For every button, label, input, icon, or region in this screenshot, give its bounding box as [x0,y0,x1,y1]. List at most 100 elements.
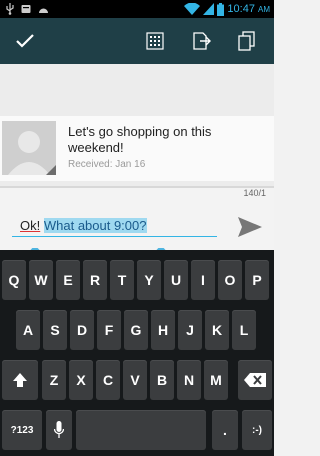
notification-icon [21,5,31,13]
key-label: S [50,322,60,338]
key-e[interactable]: E [56,260,80,300]
dialpad-icon [146,32,164,50]
clock: 10:47 AM [227,3,270,15]
key-label: H [157,322,169,338]
key-label: A [22,322,34,338]
key-s[interactable]: S [43,310,67,350]
key-label: U [170,272,182,288]
key-i[interactable]: I [191,260,215,300]
key-label: W [34,272,48,288]
done-check-icon [16,34,34,48]
key-f[interactable]: F [97,310,121,350]
copy-icon [238,31,255,51]
key-y[interactable]: Y [137,260,161,300]
key-n[interactable]: N [177,360,201,400]
key-label: R [89,272,101,288]
key-l[interactable]: L [232,310,256,350]
period-key[interactable]: . [212,410,238,450]
character-counter: 140/1 [243,188,266,198]
key-v[interactable]: V [123,360,147,400]
compose-input[interactable]: Ok! What about 9:00? [20,218,147,233]
key-label: Q [8,272,20,288]
send-icon [238,217,262,237]
key-g[interactable]: G [124,310,148,350]
key-z[interactable]: Z [42,360,66,400]
wifi-icon [184,3,201,15]
backspace-icon [244,373,266,387]
done-button[interactable] [8,18,42,64]
key-c[interactable]: C [96,360,120,400]
attach-button[interactable] [186,18,216,64]
key-label: F [104,322,114,338]
key-label: E [63,272,73,288]
key-label: X [76,372,86,388]
message-text[interactable]: Let's go shopping on this weekend! [68,124,264,156]
key-d[interactable]: D [70,310,94,350]
key-k[interactable]: K [205,310,229,350]
key-a[interactable]: A [16,310,40,350]
key-w[interactable]: W [29,260,53,300]
key-label: T [117,272,127,288]
key-x[interactable]: X [69,360,93,400]
key-label: K [211,322,223,338]
key-label: I [201,272,205,288]
android-icon [39,8,48,13]
key-h[interactable]: H [151,310,175,350]
microphone-icon [54,421,64,438]
key-q[interactable]: Q [2,260,26,300]
symbols-key[interactable]: ?123 [2,410,42,450]
dialpad-button[interactable] [140,18,170,64]
key-label: L [239,322,249,338]
shift-arrow-icon [13,373,27,387]
signal-icon [203,3,215,15]
selected-text[interactable]: What about 9:00? [43,218,147,233]
key-label: P [252,272,262,288]
attach-icon [193,32,211,50]
status-bar: 10:47 AM [0,0,274,18]
compose-word-ok: Ok! [20,218,41,233]
key-b[interactable]: B [150,360,174,400]
key-t[interactable]: T [110,260,134,300]
voice-input-key[interactable] [46,410,72,450]
message-timestamp: Received: Jan 16 [68,159,146,170]
key-label: V [130,372,140,388]
person-placeholder-icon [2,121,56,175]
action-bar [0,18,274,64]
usb-icon [6,3,14,15]
key-label: Z [49,372,59,388]
key-u[interactable]: U [164,260,188,300]
status-left-icons [6,2,49,16]
shift-key[interactable] [2,360,38,400]
clock-time: 10:47 [227,3,255,15]
status-right-icons: 10:47 AM [184,1,270,17]
smiley-key[interactable]: :-) [242,410,272,450]
contact-avatar[interactable] [2,121,56,175]
smiley-key-label: :-) [252,424,262,436]
conversation-list: Let's go shopping on this weekend! Recei… [0,64,274,188]
key-r[interactable]: R [83,260,107,300]
send-button[interactable] [234,214,264,240]
key-label: O [224,272,236,288]
soft-keyboard: QWERT YU I OP ASDFGH J KL Z XCVBNM ?123 . :-) [0,250,274,456]
key-j[interactable]: J [178,310,202,350]
battery-icon [217,2,225,16]
key-p[interactable]: P [245,260,269,300]
key-label: D [76,322,88,338]
key-label: C [102,372,114,388]
key-label: M [210,372,222,388]
key-label: J [186,322,194,338]
copy-button[interactable] [232,18,262,64]
compose-area: 140/1 Ok! What about 9:00? [0,188,274,268]
delete-key[interactable] [238,360,272,400]
space-key[interactable] [76,410,206,450]
period-key-label: . [223,422,227,438]
key-label: B [156,372,168,388]
clock-ampm: AM [258,5,270,14]
key-o[interactable]: O [218,260,242,300]
input-underline [12,236,217,237]
symbols-key-label: ?123 [10,424,34,436]
key-label: Y [144,272,154,288]
key-m[interactable]: M [204,360,228,400]
key-label: G [130,322,142,338]
key-label: N [183,372,195,388]
